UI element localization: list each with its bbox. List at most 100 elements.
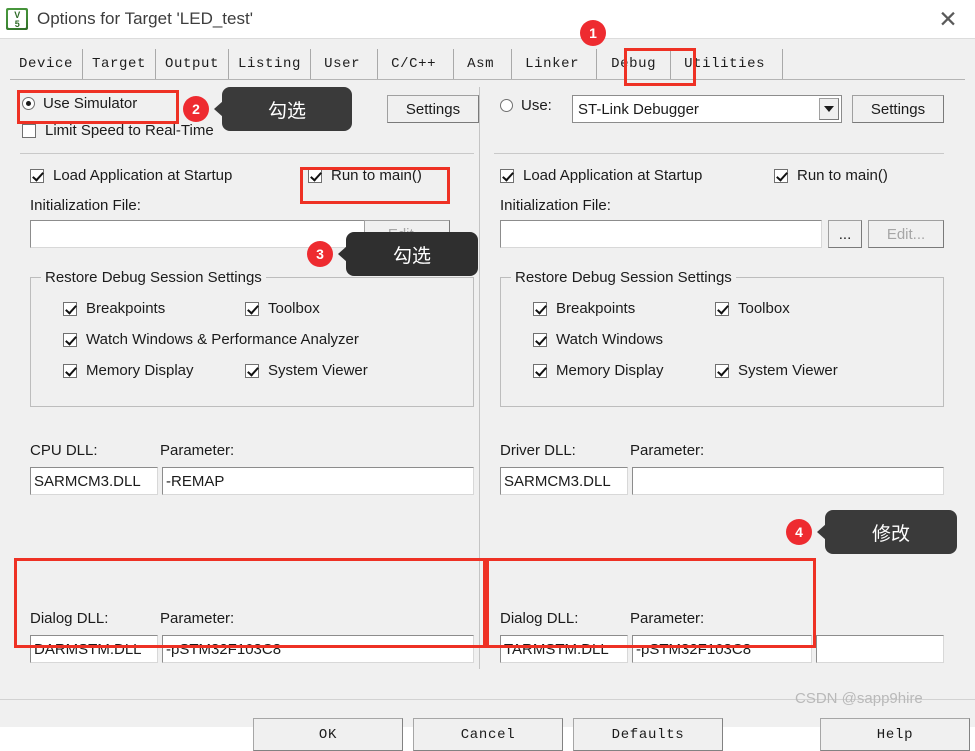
memory-display-row-right[interactable]: Memory Display [533,362,664,379]
driver-parameter-input[interactable] [632,467,944,495]
limit-speed-checkbox[interactable] [22,123,36,138]
use-debugger-radio[interactable] [500,99,513,112]
dialog-parameter-input-left[interactable]: -pSTM32F103C8 [162,635,474,663]
dialog-parameter-label-right: Parameter: [630,610,705,627]
simulator-settings-button[interactable]: Settings [387,95,479,123]
breakpoints-row-left[interactable]: Breakpoints [63,300,165,317]
limit-speed-row[interactable]: Limit Speed to Real-Time [22,122,214,139]
memory-display-row-left[interactable]: Memory Display [63,362,194,379]
load-app-row-left[interactable]: Load Application at Startup [30,167,232,184]
init-file-edit-button-right[interactable]: Edit... [868,220,944,248]
watch-windows-row-left[interactable]: Watch Windows & Performance Analyzer [63,331,359,348]
use-simulator-label: Use Simulator [43,95,138,112]
system-viewer-row-left[interactable]: System Viewer [245,362,368,379]
right-separator [494,153,944,154]
init-file-browse-button-right[interactable]: ... [828,220,862,248]
restore-session-title-right: Restore Debug Session Settings [511,269,736,286]
tab-bar: Device Target Output Listing User C/C++ … [10,49,965,79]
watch-windows-label-right: Watch Windows [556,331,663,348]
left-separator [20,153,474,154]
help-button[interactable]: Help [820,718,970,751]
cancel-button[interactable]: Cancel [413,718,563,751]
system-viewer-label-left: System Viewer [268,362,368,379]
annotation-badge-2: 2 [183,96,209,122]
memory-display-checkbox-left[interactable] [63,363,77,378]
cpu-parameter-input[interactable]: -REMAP [162,467,474,495]
memory-display-label-right: Memory Display [556,362,664,379]
footer-separator [0,699,975,700]
use-simulator-radio[interactable] [22,97,35,110]
init-file-input-right[interactable] [500,220,822,248]
load-app-checkbox-left[interactable] [30,168,44,183]
system-viewer-label-right: System Viewer [738,362,838,379]
annotation-badge-1: 1 [580,20,606,46]
dialog-parameter-label-left: Parameter: [160,610,235,627]
use-debugger-row[interactable]: Use: [500,97,552,114]
toolbox-row-right[interactable]: Toolbox [715,300,790,317]
keil-uvision-icon: V5 [6,8,28,30]
driver-dll-label: Driver DLL: [500,442,576,459]
chevron-down-icon[interactable] [819,98,839,120]
watch-windows-checkbox-left[interactable] [63,332,77,347]
system-viewer-row-right[interactable]: System Viewer [715,362,838,379]
dialog-dll-label-right: Dialog DLL: [500,610,579,627]
tab-listing[interactable]: Listing [229,49,312,79]
tab-user[interactable]: User [311,49,379,79]
run-to-main-checkbox-right[interactable] [774,168,788,183]
tab-target[interactable]: Target [83,49,157,79]
use-simulator-row[interactable]: Use Simulator [22,95,137,112]
run-to-main-checkbox-left[interactable] [308,168,322,183]
debugger-settings-button[interactable]: Settings [852,95,944,123]
memory-display-checkbox-right[interactable] [533,363,547,378]
restore-session-group-right: Restore Debug Session Settings Breakpoin… [500,269,944,407]
tab-device[interactable]: Device [10,49,84,79]
cpu-dll-label: CPU DLL: [30,442,98,459]
load-app-checkbox-right[interactable] [500,168,514,183]
window-title: Options for Target 'LED_test' [37,9,253,28]
system-viewer-checkbox-left[interactable] [245,363,259,378]
title-bar: V5 Options for Target 'LED_test' ✕ [0,0,975,38]
restore-session-group-left: Restore Debug Session Settings Breakpoin… [30,269,474,407]
dialog-extra-input-right[interactable] [816,635,944,663]
watch-windows-label-left: Watch Windows & Performance Analyzer [86,331,359,348]
panel-divider [479,87,480,669]
toolbox-label-right: Toolbox [738,300,790,317]
options-dialog: Device Target Output Listing User C/C++ … [0,38,975,751]
debugger-select[interactable]: ST-Link Debugger [572,95,842,123]
toolbox-row-left[interactable]: Toolbox [245,300,320,317]
breakpoints-row-right[interactable]: Breakpoints [533,300,635,317]
breakpoints-label-right: Breakpoints [556,300,636,317]
watch-windows-row-right[interactable]: Watch Windows [533,331,663,348]
dialog-dll-input-right[interactable]: TARMSTM.DLL [500,635,628,663]
close-icon[interactable]: ✕ [935,6,961,32]
defaults-button[interactable]: Defaults [573,718,723,751]
dialog-dll-label-left: Dialog DLL: [30,610,109,627]
tab-utilities[interactable]: Utilities [671,49,784,79]
annotation-badge-4: 4 [786,519,812,545]
restore-session-title-left: Restore Debug Session Settings [41,269,266,286]
ok-button[interactable]: OK [253,718,403,751]
annotation-tooltip-2: 勾选 [214,87,352,131]
use-debugger-label: Use: [521,97,552,114]
breakpoints-checkbox-left[interactable] [63,301,77,316]
driver-dll-input[interactable]: SARMCM3.DLL [500,467,628,495]
toolbox-checkbox-right[interactable] [715,301,729,316]
load-app-row-right[interactable]: Load Application at Startup [500,167,702,184]
cpu-parameter-label: Parameter: [160,442,235,459]
watch-windows-checkbox-right[interactable] [533,332,547,347]
tab-linker[interactable]: Linker [512,49,598,79]
annotation-tooltip-3: 勾选 [338,232,478,276]
dialog-dll-input-left[interactable]: DARMSTM.DLL [30,635,158,663]
run-to-main-row-right[interactable]: Run to main() [774,167,888,184]
breakpoints-label-left: Breakpoints [86,300,166,317]
run-to-main-row-left[interactable]: Run to main() [308,167,422,184]
tab-debug[interactable]: Debug [597,49,672,79]
dialog-parameter-input-right[interactable]: -pSTM32F103C8 [632,635,812,663]
system-viewer-checkbox-right[interactable] [715,363,729,378]
tab-output[interactable]: Output [156,49,230,79]
cpu-dll-input[interactable]: SARMCM3.DLL [30,467,158,495]
breakpoints-checkbox-right[interactable] [533,301,547,316]
toolbox-checkbox-left[interactable] [245,301,259,316]
tab-asm[interactable]: Asm [454,49,513,79]
tab-c-cpp[interactable]: C/C++ [378,49,455,79]
